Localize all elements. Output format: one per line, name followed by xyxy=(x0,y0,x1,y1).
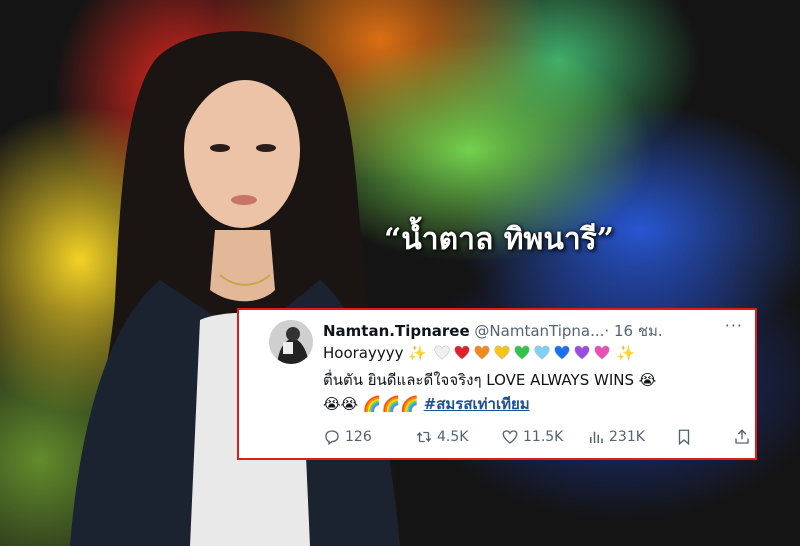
sparkles-icon: ✨ xyxy=(616,344,636,362)
crying-face-icon: 😭 xyxy=(638,371,657,389)
rainbow-icon: 🌈 xyxy=(381,395,401,413)
heart-outline-icon xyxy=(502,430,518,444)
reply-button[interactable]: 126 xyxy=(323,428,372,446)
share-button[interactable] xyxy=(733,428,751,446)
rainbow-icon: 🌈 xyxy=(362,395,382,413)
like-count: 11.5K xyxy=(523,429,564,445)
tweet-text-line3: 😭😭 🌈🌈🌈 #สมรสเท่าเทียม xyxy=(323,392,530,416)
tweet-header: Namtan.Tipnaree @NamtanTipna...· 16 ชม. xyxy=(323,319,663,343)
heart-emoji-icon xyxy=(534,345,550,360)
avatar[interactable] xyxy=(269,320,313,364)
timestamp[interactable]: 16 ชม. xyxy=(614,322,663,340)
heart-emoji-icon xyxy=(494,345,510,360)
overlay-title: “น้ำตาล ทิพนารี” xyxy=(384,222,615,257)
tweet-text-hooray: Hoorayyyy xyxy=(323,344,404,362)
heart-emoji-icon xyxy=(554,345,570,360)
hearts-row xyxy=(432,344,612,362)
separator-dot: · xyxy=(604,322,610,340)
user-handle[interactable]: @NamtanTipna... xyxy=(474,322,604,340)
retweet-button[interactable]: 4.5K xyxy=(415,428,468,446)
tweet-actions: 126 4.5K 11.5K 231K xyxy=(323,428,749,450)
view-count: 231K xyxy=(609,429,645,445)
heart-emoji-icon xyxy=(474,345,490,360)
rainbow-icon: 🌈 xyxy=(400,395,419,413)
heart-emoji-icon xyxy=(574,345,590,360)
heart-emoji-icon xyxy=(514,345,530,360)
tweet-card[interactable]: Namtan.Tipnaree @NamtanTipna...· 16 ชม. … xyxy=(237,308,757,460)
retweet-count: 4.5K xyxy=(437,429,469,445)
portrait-photo xyxy=(70,31,400,546)
views-button[interactable]: 231K xyxy=(587,428,645,446)
retweet-icon xyxy=(416,431,432,443)
crying-face-icon: 😭 xyxy=(340,395,359,413)
hashtag-link[interactable]: #สมรสเท่าเทียม xyxy=(424,395,530,413)
share-icon xyxy=(735,429,749,444)
bookmark-icon xyxy=(678,429,690,446)
tweet-text-line2: ตื่นตัน ยินดีและดีใจจริงๆ LOVE ALWAYS WI… xyxy=(323,368,656,392)
heart-emoji-icon xyxy=(434,345,450,360)
reply-icon xyxy=(325,430,339,446)
tweet-text-thai: ตื่นตัน ยินดีและดีใจจริงๆ LOVE ALWAYS WI… xyxy=(323,371,634,389)
tweet-text-line1: Hoorayyyy ✨ ✨ xyxy=(323,344,635,362)
bookmark-button[interactable] xyxy=(675,428,693,446)
heart-emoji-icon xyxy=(454,345,470,360)
heart-emoji-icon xyxy=(594,345,610,360)
sparkles-icon: ✨ xyxy=(408,344,427,362)
more-options-icon[interactable]: ··· xyxy=(725,316,743,335)
crying-face-icon: 😭 xyxy=(323,395,341,413)
like-button[interactable]: 11.5K xyxy=(501,428,563,446)
display-name[interactable]: Namtan.Tipnaree xyxy=(323,322,470,340)
views-chart-icon xyxy=(590,431,603,443)
reply-count: 126 xyxy=(345,429,372,445)
